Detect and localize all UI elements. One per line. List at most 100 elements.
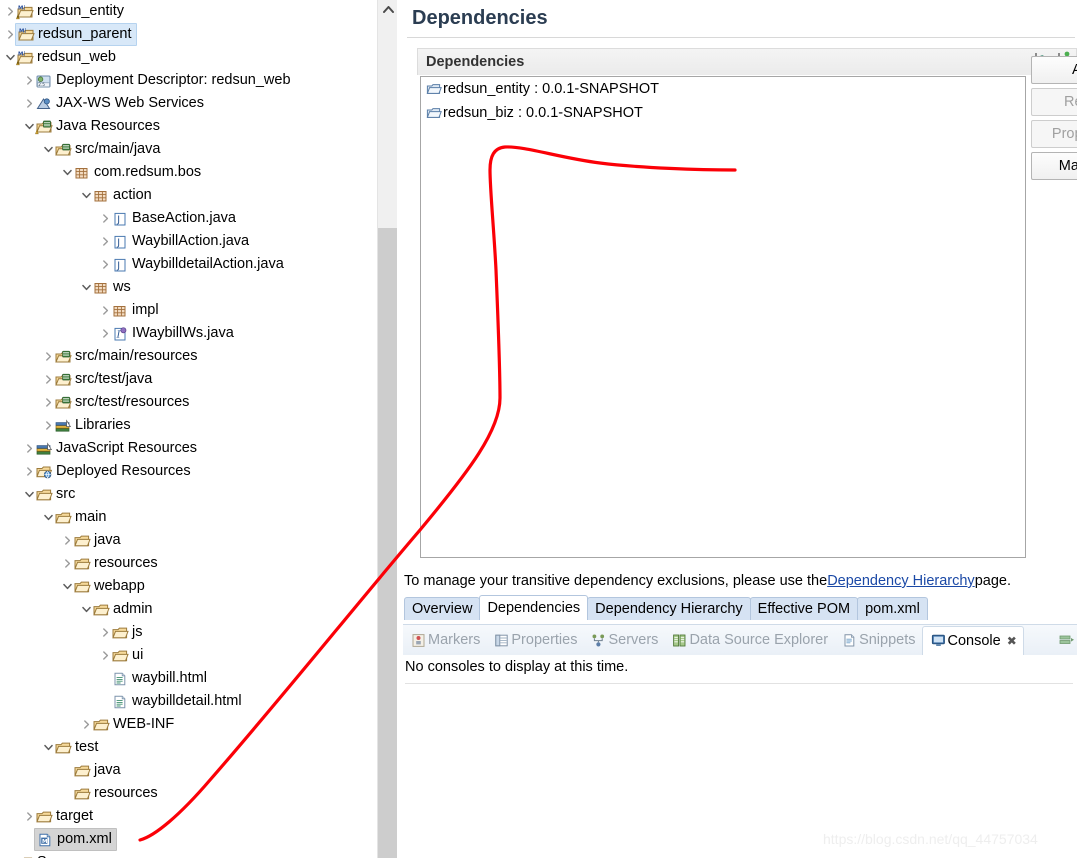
dependencies-buttons[interactable]: Add... Remove Properties... Manage... — [1031, 56, 1077, 184]
tree-item-main[interactable]: main — [0, 506, 377, 529]
tree-item-servers[interactable]: Servers — [0, 851, 377, 858]
view-tab-console[interactable]: Console ✖ — [921, 625, 1024, 655]
tree-item-src-main-resources[interactable]: src/main/resources — [0, 345, 377, 368]
tree-item-java[interactable]: java — [0, 759, 377, 782]
dependencies-list[interactable]: redsun_entity : 0.0.1-SNAPSHOT redsun_bi… — [420, 76, 1026, 558]
tree-item-content: java — [72, 760, 125, 781]
tree-item-action[interactable]: action — [0, 184, 377, 207]
tree-item-label: com.redsum.bos — [94, 164, 202, 180]
tree-item-label: main — [75, 509, 107, 525]
editor-tab-effective-pom[interactable]: Effective POM — [749, 597, 859, 620]
view-tab-data-source-explorer[interactable]: Data Source Explorer — [664, 625, 834, 655]
dependency-row[interactable]: redsun_entity : 0.0.1-SNAPSHOT — [421, 77, 1025, 101]
tree-item-content: Deployed Resources — [34, 461, 195, 482]
svg-text:J: J — [23, 51, 25, 57]
tree-item-src-test-resources[interactable]: src/test/resources — [0, 391, 377, 414]
tree-item-label: admin — [113, 601, 153, 617]
tree-item-web-inf[interactable]: WEB-INF — [0, 713, 377, 736]
tree-item-deployed-resources[interactable]: Deployed Resources — [0, 460, 377, 483]
scroll-up-arrow-icon[interactable] — [378, 0, 398, 18]
tree-item-redsun-entity[interactable]: M J redsun_entity — [0, 0, 377, 23]
tree-item-label: src/test/resources — [75, 394, 190, 410]
explorer-vertical-scrollbar[interactable] — [377, 0, 398, 858]
tree-item-waybilldetailaction-java[interactable]: J WaybilldetailAction.java — [0, 253, 377, 276]
tree-item-label: js — [132, 624, 143, 640]
editor-tab-pom-xml[interactable]: pom.xml — [857, 597, 928, 620]
tree-item-waybilldetail-html[interactable]: waybilldetail.html — [0, 690, 377, 713]
tree-item-ui[interactable]: ui — [0, 644, 377, 667]
tree-item-content: impl — [110, 300, 163, 321]
tree-item-resources[interactable]: resources — [0, 782, 377, 805]
tree-item-label: Servers — [34, 851, 87, 858]
tree-item-java[interactable]: java — [0, 529, 377, 552]
view-tab-markers[interactable]: Markers — [403, 625, 486, 655]
tree-item-jax-ws-web-services[interactable]: JAX-WS Web Services — [0, 92, 377, 115]
scrollbar-thumb[interactable] — [378, 228, 398, 858]
tree-item-libraries[interactable]: Libraries — [0, 414, 377, 437]
tree-item-resources[interactable]: resources — [0, 552, 377, 575]
tree-item-admin[interactable]: admin — [0, 598, 377, 621]
tree-item-test[interactable]: test — [0, 736, 377, 759]
tree-item-js[interactable]: js — [0, 621, 377, 644]
editor-tab-dependency-hierarchy[interactable]: Dependency Hierarchy — [587, 597, 751, 620]
svg-text:J: J — [116, 214, 120, 225]
view-menu-icon[interactable] — [1059, 633, 1075, 651]
tree-item-deployment-descriptor-redsun-web[interactable]: 2.5 Deployment Descriptor: redsun_web — [0, 69, 377, 92]
tree-item-content: Java Resources — [34, 116, 164, 137]
java-resources-icon — [34, 115, 53, 138]
tree-item-javascript-resources[interactable]: JavaScript Resources — [0, 437, 377, 460]
jar-folder-icon — [425, 78, 443, 101]
view-tab-label: Console — [947, 632, 1001, 649]
tree-item-content: M J redsun_parent — [15, 23, 137, 46]
maven-project-warning-icon: M J — [15, 0, 34, 23]
tree-item-src[interactable]: src — [0, 483, 377, 506]
editor-tabstrip: Overview Dependencies Dependency Hierarchy… — [404, 595, 928, 620]
dependencies-section-title: Dependencies — [426, 54, 525, 70]
dependency-row[interactable]: redsun_biz : 0.0.1-SNAPSHOT — [421, 101, 1025, 125]
view-tab-label: Properties — [511, 632, 578, 648]
tree-item-src-test-java[interactable]: src/test/java — [0, 368, 377, 391]
editor-page-tabs[interactable]: Overview Dependencies Dependency Hierarchy… — [403, 595, 1077, 620]
editor-tab-dependencies[interactable]: Dependencies — [479, 595, 589, 620]
tree-item-label: Java Resources — [56, 118, 160, 134]
svg-text:J: J — [116, 237, 120, 248]
tree-item-pom-xml[interactable]: M pom.xml — [0, 828, 377, 851]
tree-item-iwaybillws-java[interactable]: I IWaybillWs.java — [0, 322, 377, 345]
tree-item-content: src/test/resources — [53, 392, 193, 413]
bottom-view-tabs[interactable]: Markers Properties Servers Data Source E… — [403, 625, 1077, 655]
folder-icon — [91, 713, 110, 736]
watermark: https://blog.csdn.net/qq_44757034 — [823, 831, 1038, 847]
maven-project-warning-icon: M J — [15, 46, 34, 69]
view-tab-snippets[interactable]: Snippets — [834, 625, 921, 655]
tree-item-target[interactable]: target — [0, 805, 377, 828]
view-tab-properties[interactable]: Properties — [486, 625, 583, 655]
view-tab-servers[interactable]: Servers — [583, 625, 664, 655]
tree-item-com-redsum-bos[interactable]: com.redsum.bos — [0, 161, 377, 184]
tree-item-ws[interactable]: ws — [0, 276, 377, 299]
dependency-hierarchy-link[interactable]: Dependency Hierarchy — [827, 573, 975, 589]
manage-button[interactable]: Manage... — [1031, 152, 1077, 180]
tree-item-content: test — [53, 737, 102, 758]
add-button[interactable]: Add... — [1031, 56, 1077, 84]
tree-item-label: resources — [94, 555, 158, 571]
close-icon[interactable]: ✖ — [1007, 634, 1017, 648]
note-text-before: To manage your transitive dependency exc… — [404, 573, 828, 589]
remove-button: Remove — [1031, 88, 1077, 116]
tree-item-content: action — [91, 185, 156, 206]
tree-item-content: J WaybilldetailAction.java — [110, 254, 288, 275]
tree-item-impl[interactable]: impl — [0, 299, 377, 322]
tree-item-baseaction-java[interactable]: J BaseAction.java — [0, 207, 377, 230]
editor-tab-overview[interactable]: Overview — [404, 597, 481, 620]
tree-item-redsun-parent[interactable]: M J redsun_parent — [0, 23, 377, 46]
tree-item-waybillaction-java[interactable]: J WaybillAction.java — [0, 230, 377, 253]
project-explorer[interactable]: M J redsun_entity M J redsun_parent M J … — [0, 0, 377, 858]
svg-text:J: J — [116, 260, 120, 271]
tree-item-java-resources[interactable]: Java Resources — [0, 115, 377, 138]
tree-item-src-main-java[interactable]: src/main/java — [0, 138, 377, 161]
tree-item-webapp[interactable]: webapp — [0, 575, 377, 598]
tree-item-content: JavaScript Resources — [34, 438, 201, 459]
tree-item-waybill-html[interactable]: waybill.html — [0, 667, 377, 690]
tree-item-redsun-web[interactable]: M J redsun_web — [0, 46, 377, 69]
tree-item-label: redsun_entity — [37, 3, 125, 19]
maven-pom-icon: M — [35, 828, 54, 851]
